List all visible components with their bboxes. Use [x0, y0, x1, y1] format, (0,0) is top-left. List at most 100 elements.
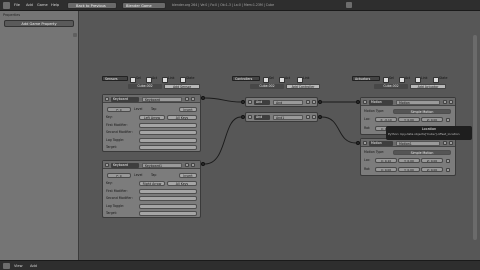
collapse-arrow-icon[interactable] — [105, 163, 109, 167]
actuator-name-field[interactable]: Motion1 — [396, 141, 440, 146]
second-modifier-field[interactable] — [139, 130, 197, 135]
loc-y-field[interactable]: Y: 0.00 — [398, 117, 420, 122]
loc-x-field[interactable]: X: 0.10 — [375, 158, 397, 163]
controllers-link-checkbox[interactable]: Link — [297, 76, 310, 83]
actuator-name-field[interactable]: Motion — [396, 100, 440, 105]
first-modifier-field[interactable] — [139, 123, 197, 128]
menu-add[interactable]: Add — [26, 2, 33, 9]
controller-type-dropdown[interactable]: And — [254, 115, 270, 120]
sensor-name-field[interactable]: Keyboard — [142, 97, 182, 102]
remove-icon[interactable] — [191, 163, 195, 167]
local-toggle-icon[interactable] — [446, 167, 450, 172]
local-toggle-icon[interactable] — [446, 117, 450, 122]
tap-toggle[interactable]: Tap — [151, 173, 156, 178]
controller-name-field[interactable]: And1 — [273, 115, 303, 120]
actuator-type-dropdown[interactable]: Motion — [369, 100, 393, 105]
rot-z-field[interactable]: Z: 0.00 — [421, 167, 443, 172]
sensor-name-field[interactable]: Keyboard1 — [142, 163, 182, 168]
all-keys-toggle[interactable]: All Keys — [167, 115, 197, 120]
editor-type-icon[interactable] — [3, 2, 10, 9]
sensor-frequency-field[interactable]: F: 0 — [107, 107, 131, 112]
sensor-output-socket[interactable] — [201, 96, 205, 100]
controllers-sel-checkbox[interactable]: Sel — [263, 76, 274, 83]
controllers-act-checkbox[interactable]: Act — [279, 76, 290, 83]
controller-type-dropdown[interactable]: And — [254, 100, 270, 105]
sensors-act-checkbox[interactable]: Act — [146, 76, 157, 83]
add-actuator-button[interactable]: Add Actuator — [410, 84, 446, 89]
second-modifier-field[interactable] — [139, 196, 197, 201]
menu-help[interactable]: Help — [51, 2, 59, 9]
tap-toggle[interactable]: Tap — [151, 107, 156, 112]
pin-icon[interactable] — [306, 100, 310, 104]
collapse-arrow-icon[interactable] — [363, 100, 367, 104]
sensors-sel-checkbox[interactable]: Sel — [130, 76, 141, 83]
actuators-link-checkbox[interactable]: Link — [415, 76, 428, 83]
menu-game[interactable]: Game — [37, 2, 48, 9]
collapse-arrow-icon[interactable] — [248, 100, 252, 104]
level-toggle[interactable]: Level — [134, 173, 142, 178]
actuator-input-socket[interactable] — [356, 100, 360, 104]
actuators-dropdown[interactable]: Actuators — [352, 76, 380, 81]
sensors-state-checkbox[interactable]: State — [180, 76, 194, 83]
pin-icon[interactable] — [443, 100, 447, 104]
back-to-previous-button[interactable]: Back to Previous — [67, 2, 117, 9]
motion-type-dropdown[interactable]: Simple Motion — [393, 109, 451, 114]
loc-z-field[interactable]: Z: 0.00 — [421, 117, 443, 122]
controller-output-socket[interactable] — [318, 100, 322, 104]
sensor-frequency-field[interactable]: F: 0 — [107, 173, 131, 178]
controller-input-socket[interactable] — [241, 100, 245, 104]
actuators-act-checkbox[interactable]: Act — [399, 76, 410, 83]
pin-icon[interactable] — [185, 163, 189, 167]
pin-icon[interactable] — [443, 141, 447, 145]
loc-x-field[interactable]: X: -0.10 — [375, 117, 397, 122]
rot-x-field[interactable]: X: 0.00 — [375, 167, 397, 172]
loc-z-field[interactable]: Z: 0.00 — [421, 158, 443, 163]
target-field[interactable] — [139, 211, 197, 216]
collapse-arrow-icon[interactable] — [248, 115, 252, 119]
first-modifier-field[interactable] — [139, 189, 197, 194]
menu-add[interactable]: Add — [30, 263, 37, 269]
collapse-arrow-icon[interactable] — [363, 141, 367, 145]
controller-output-socket[interactable] — [318, 115, 322, 119]
sensor-output-socket[interactable] — [201, 162, 205, 166]
all-keys-toggle[interactable]: All Keys — [167, 181, 197, 186]
local-toggle-icon[interactable] — [446, 158, 450, 163]
remove-icon[interactable] — [312, 115, 316, 119]
remove-icon[interactable] — [449, 141, 453, 145]
actuators-state-checkbox[interactable]: State — [433, 76, 447, 83]
actuator-type-dropdown[interactable]: Motion — [369, 141, 393, 146]
log-toggle-field[interactable] — [139, 138, 197, 143]
menu-file[interactable]: File — [14, 2, 20, 9]
remove-icon[interactable] — [449, 100, 453, 104]
vertical-scrollbar[interactable] — [473, 35, 477, 240]
invert-toggle[interactable]: Invert — [179, 107, 197, 112]
controller-name-field[interactable]: And — [273, 100, 303, 105]
sensor-type-dropdown[interactable]: Keyboard — [111, 97, 139, 102]
add-controller-button[interactable]: Add Controller — [286, 84, 320, 89]
actuators-sel-checkbox[interactable]: Sel — [383, 76, 394, 83]
sensors-link-checkbox[interactable]: Link — [162, 76, 175, 83]
motion-type-dropdown[interactable]: Simple Motion — [393, 150, 451, 155]
log-toggle-field[interactable] — [139, 204, 197, 209]
key-field[interactable]: Right Arrow — [139, 181, 165, 186]
rot-y-field[interactable]: Y: 0.00 — [398, 167, 420, 172]
engine-select[interactable]: Blender Game — [122, 2, 166, 9]
editor-type-icon[interactable] — [3, 263, 10, 269]
remove-icon[interactable] — [312, 100, 316, 104]
loc-y-field[interactable]: Y: 0.00 — [398, 158, 420, 163]
controller-input-socket[interactable] — [241, 115, 245, 119]
key-field[interactable]: Left Arrow — [139, 115, 165, 120]
sensors-dropdown[interactable]: Sensors — [102, 76, 128, 81]
sensor-type-dropdown[interactable]: Keyboard — [111, 163, 139, 168]
panel-resize-grip-icon[interactable] — [73, 33, 77, 37]
menu-view[interactable]: View — [14, 263, 23, 269]
actuator-input-socket[interactable] — [356, 141, 360, 145]
remove-icon[interactable] — [191, 97, 195, 101]
controllers-dropdown[interactable]: Controllers — [232, 76, 260, 81]
level-toggle[interactable]: Level — [134, 107, 142, 112]
invert-toggle[interactable]: Invert — [179, 173, 197, 178]
pin-icon[interactable] — [185, 97, 189, 101]
target-field[interactable] — [139, 145, 197, 150]
pin-icon[interactable] — [306, 115, 310, 119]
collapse-arrow-icon[interactable] — [105, 97, 109, 101]
